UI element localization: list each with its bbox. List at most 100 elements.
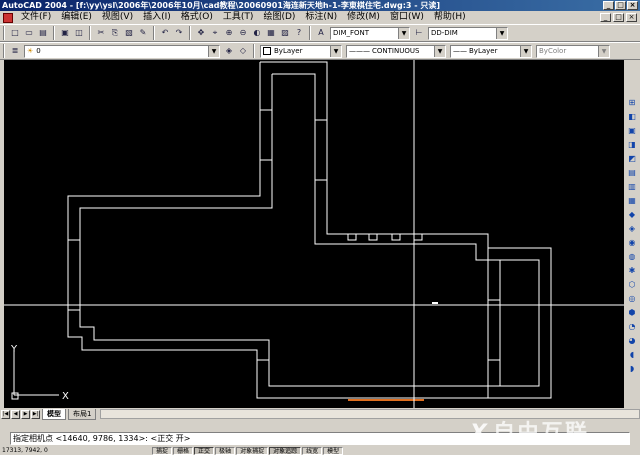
- document-icon[interactable]: [3, 12, 13, 23]
- view-se-iso-icon[interactable]: ◆: [626, 208, 638, 220]
- view-ne-iso-icon[interactable]: ◈: [626, 222, 638, 234]
- tab-model[interactable]: 模型: [42, 408, 66, 420]
- maximize-button[interactable]: □: [615, 1, 626, 10]
- render-icon[interactable]: ◗: [626, 362, 638, 374]
- view-bottom-icon[interactable]: ▣: [626, 124, 638, 136]
- tab-layout1[interactable]: 布局1: [68, 408, 97, 420]
- osnap-toggle[interactable]: 对象捕捉: [236, 447, 269, 455]
- toolbar-separator: [253, 44, 255, 58]
- lineweight-toggle[interactable]: 线宽: [302, 447, 323, 455]
- save-icon[interactable]: ▤: [37, 27, 49, 39]
- chevron-down-icon[interactable]: ▼: [208, 45, 219, 57]
- doc-minimize-button[interactable]: _: [600, 13, 611, 22]
- menu-file[interactable]: 文件(F): [16, 11, 56, 24]
- lineweight-select[interactable]: —— ByLayer ▼: [450, 44, 532, 58]
- plotstyle-select[interactable]: ByColor ▼: [536, 44, 610, 58]
- design-center-icon[interactable]: ▦: [265, 27, 277, 39]
- menu-insert[interactable]: 插入(I): [138, 11, 176, 24]
- lineweight-value: ByLayer: [469, 47, 498, 55]
- menu-draw[interactable]: 绘图(D): [258, 11, 300, 24]
- menu-view[interactable]: 视图(V): [97, 11, 138, 24]
- make-current-layer-icon[interactable]: ◈: [223, 45, 235, 57]
- toolbar-grip[interactable]: [3, 26, 5, 40]
- view-top-icon[interactable]: ◧: [626, 110, 638, 122]
- doc-restore-button[interactable]: □: [613, 13, 624, 22]
- chevron-down-icon[interactable]: ▼: [398, 27, 409, 39]
- menu-edit[interactable]: 编辑(E): [56, 11, 97, 24]
- gouraud-shade-icon[interactable]: ◔: [626, 320, 638, 332]
- match-properties-icon[interactable]: ✎: [137, 27, 149, 39]
- zoom-in-icon[interactable]: ⊕: [223, 27, 235, 39]
- cut-icon[interactable]: ✂: [95, 27, 107, 39]
- orbit-icon[interactable]: ✱: [626, 264, 638, 276]
- layer-select[interactable]: ☀ 0 ▼: [24, 44, 220, 58]
- camera-icon[interactable]: ◍: [626, 250, 638, 262]
- tab-next-button[interactable]: ▶: [21, 409, 30, 419]
- linetype-select[interactable]: ——— CONTINUOUS ▼: [346, 44, 446, 58]
- properties-icon[interactable]: ◐: [251, 27, 263, 39]
- preview-icon[interactable]: ◫: [73, 27, 85, 39]
- menu-modify[interactable]: 修改(M): [342, 11, 385, 24]
- dim-style-select[interactable]: DD-DIM ▼: [428, 26, 508, 40]
- zoom-realtime-icon[interactable]: ⌖: [209, 27, 221, 39]
- tab-first-button[interactable]: |◀: [1, 409, 10, 419]
- close-button[interactable]: ×: [627, 1, 638, 10]
- view-front-icon[interactable]: ▤: [626, 166, 638, 178]
- view-right-icon[interactable]: ◩: [626, 152, 638, 164]
- pan-icon[interactable]: ✥: [195, 27, 207, 39]
- view-left-icon[interactable]: ◨: [626, 138, 638, 150]
- copy-icon[interactable]: ⎘: [109, 27, 121, 39]
- undo-icon[interactable]: ↶: [159, 27, 171, 39]
- lineweight-preview: ——: [453, 47, 467, 55]
- drawing-canvas[interactable]: Y X: [4, 60, 624, 408]
- new-icon[interactable]: □: [9, 27, 21, 39]
- menu-help[interactable]: 帮助(H): [429, 11, 471, 24]
- print-icon[interactable]: ▣: [59, 27, 71, 39]
- layer-value: 0: [36, 47, 41, 55]
- view-nw-iso-icon[interactable]: ◉: [626, 236, 638, 248]
- floor-plan: [67, 61, 552, 399]
- toolbar-grip[interactable]: [3, 44, 5, 58]
- chevron-down-icon[interactable]: ▼: [520, 45, 531, 57]
- doc-close-button[interactable]: ×: [626, 13, 637, 22]
- layer-previous-icon[interactable]: ◇: [237, 45, 249, 57]
- toolbar-separator: [309, 26, 311, 40]
- redo-icon[interactable]: ↷: [173, 27, 185, 39]
- chevron-down-icon[interactable]: ▼: [330, 45, 341, 57]
- model-toggle[interactable]: 模型: [323, 447, 344, 455]
- menu-window[interactable]: 窗口(W): [385, 11, 429, 24]
- flat-shade-icon[interactable]: ⬢: [626, 306, 638, 318]
- polar-toggle[interactable]: 极轴: [215, 447, 236, 455]
- box-icon[interactable]: ⊞: [626, 96, 638, 108]
- menu-tools[interactable]: 工具(T): [218, 11, 259, 24]
- minimize-button[interactable]: _: [603, 1, 614, 10]
- wireframe-icon[interactable]: ⬡: [626, 278, 638, 290]
- hidden-icon[interactable]: ◎: [626, 292, 638, 304]
- gouraud-edges-icon[interactable]: ◖: [626, 348, 638, 360]
- standard-toolbar: □ ▭ ▤ ▣ ◫ ✂ ⎘ ▧ ✎ ↶ ↷ ✥ ⌖ ⊕ ⊖ ◐ ▦ ▨ ? A …: [0, 24, 640, 42]
- open-icon[interactable]: ▭: [23, 27, 35, 39]
- tab-last-button[interactable]: ▶|: [31, 409, 40, 419]
- menu-dimension[interactable]: 标注(N): [300, 11, 342, 24]
- help-icon[interactable]: ?: [293, 27, 305, 39]
- window-mark: [347, 233, 357, 241]
- chevron-down-icon[interactable]: ▼: [598, 45, 609, 57]
- text-style-select[interactable]: DIM_FONT ▼: [330, 26, 410, 40]
- chevron-down-icon[interactable]: ▼: [496, 27, 507, 39]
- layer-manager-icon[interactable]: ≣: [9, 45, 21, 57]
- flat-edges-icon[interactable]: ◕: [626, 334, 638, 346]
- snap-toggle[interactable]: 捕捉: [152, 447, 173, 455]
- ortho-toggle[interactable]: 正交: [194, 447, 215, 455]
- color-select[interactable]: ByLayer ▼: [260, 44, 342, 58]
- menu-format[interactable]: 格式(O): [176, 11, 218, 24]
- tab-prev-button[interactable]: ◀: [11, 409, 20, 419]
- paste-icon[interactable]: ▧: [123, 27, 135, 39]
- chevron-down-icon[interactable]: ▼: [434, 45, 445, 57]
- otrack-toggle[interactable]: 对象追踪: [269, 447, 302, 455]
- zoom-out-icon[interactable]: ⊖: [237, 27, 249, 39]
- view-sw-iso-icon[interactable]: ▦: [626, 194, 638, 206]
- grid-toggle[interactable]: 栅格: [173, 447, 194, 455]
- tool-palettes-icon[interactable]: ▨: [279, 27, 291, 39]
- ucs-y-label: Y: [10, 344, 18, 355]
- view-back-icon[interactable]: ▥: [626, 180, 638, 192]
